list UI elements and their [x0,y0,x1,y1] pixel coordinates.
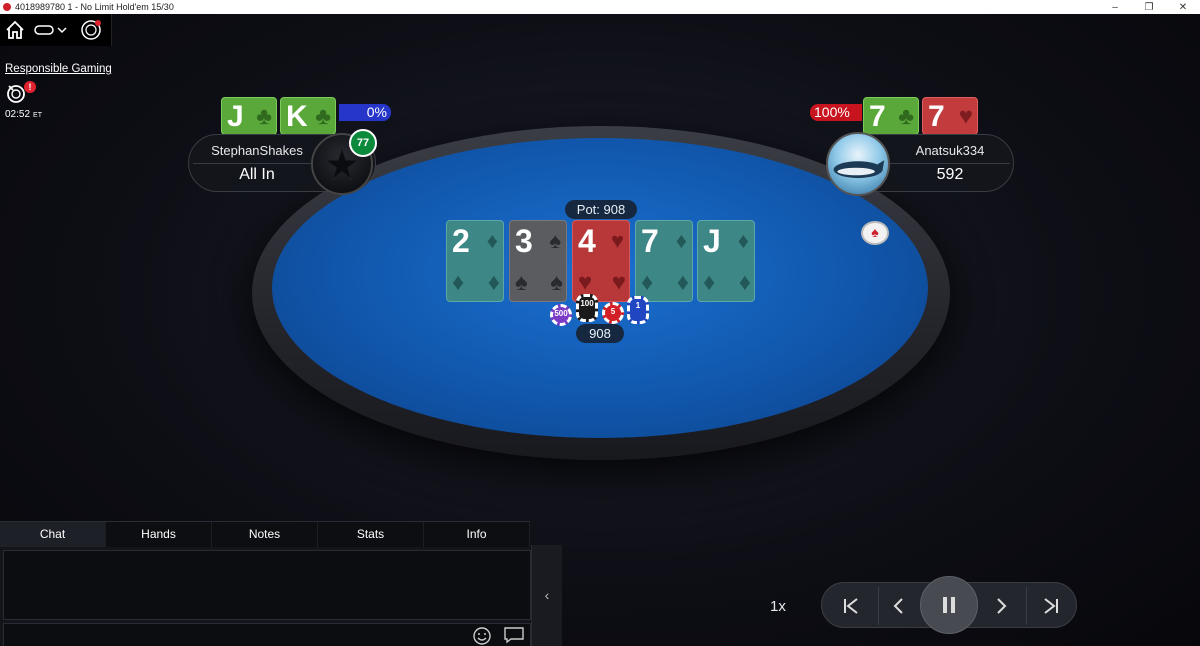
chip-5: 5 [602,302,624,324]
diamond-icon: ♦ [641,269,654,296]
right-equity-bar: 100% [810,104,862,121]
spade-icon: ♠ [515,269,528,296]
card-rank: 4 [578,223,596,259]
replay-speed[interactable]: 1x [770,598,786,615]
card-rank: 7 [641,223,659,259]
window-title: 4018989780 1 - No Limit Hold'em 15/30 [15,2,174,12]
skip-to-end-button[interactable] [1026,583,1076,629]
diamond-icon: ♦ [738,269,751,296]
top-controls [0,14,112,46]
chevron-right-icon [997,598,1007,614]
card-rank: 7 [869,100,886,133]
pot-label: Pot: 908 [565,200,637,219]
diamond-icon: ♦ [737,228,749,253]
diamond-icon: ♦ [675,228,687,253]
alert-badge: ! [24,81,36,93]
skip-back-icon [844,598,858,614]
card-rank: K [286,100,308,133]
right-hole-card-2: 7 ♥ [922,97,978,135]
diamond-icon: ♦ [703,269,716,296]
app-icon [3,3,11,11]
smile-icon[interactable] [472,626,492,646]
left-player-status: All In [239,166,275,183]
seat-divider [890,163,1010,164]
right-player-avatar[interactable] [826,132,890,196]
skip-forward-icon [1044,598,1058,614]
session-clock: 02:52 ET [5,109,42,120]
whale-avatar-icon [833,160,885,179]
heart-icon: ♥ [610,228,624,253]
right-player-name: Anatsuk334 [915,143,985,158]
chat-collapse-button[interactable]: ‹ [531,545,562,646]
chat-panel: Chat Hands Notes Stats Info [0,521,531,646]
left-hole-card-2: K ♣ [280,97,336,135]
home-icon[interactable] [5,20,25,40]
minimize-button[interactable]: – [1098,2,1132,13]
club-icon: ♣ [898,103,914,130]
restore-button[interactable]: ❐ [1132,2,1166,13]
heart-icon: ♥ [958,103,973,130]
board-card-4: 7 ♦ ♦ ♦ [635,220,693,302]
chevron-left-icon [893,598,903,614]
card-pips: ♠ ♠ [515,269,563,297]
tab-hands[interactable]: Hands [106,522,212,547]
left-player-name: StephanShakes [211,143,303,158]
chat-messages[interactable] [3,550,531,620]
card-pips: ♦ ♦ [641,269,689,297]
club-icon: ♣ [256,103,272,130]
menu-toggle-icon[interactable] [34,24,70,36]
card-rank: J [703,223,721,259]
tab-notes[interactable]: Notes [212,522,318,547]
pause-button[interactable] [920,576,978,634]
tab-stats[interactable]: Stats [318,522,424,547]
diamond-icon: ♦ [452,269,465,296]
card-rank: 3 [515,223,533,259]
chip-100: 100 [576,294,598,322]
heart-icon: ♥ [578,269,593,296]
spade-icon: ♠ [549,228,561,253]
card-pips: ♥ ♥ [578,269,626,297]
diamond-icon: ♦ [487,269,500,296]
heart-icon: ♥ [611,269,626,296]
card-rank: 2 [452,223,470,259]
tab-chat[interactable]: Chat [0,522,106,547]
window-titlebar: 4018989780 1 - No Limit Hold'em 15/30 – … [0,0,1200,14]
chat-tabs: Chat Hands Notes Stats Info [0,522,530,547]
skip-to-start-button[interactable] [826,583,876,629]
right-player-stack: 592 [936,166,964,183]
chat-input[interactable] [3,623,531,646]
card-pips: ♦ ♦ [452,269,500,297]
hand-strength-badge: 77 [349,129,377,157]
right-hole-card-1: 7 ♣ [863,97,919,135]
left-equity-bar: 0% [339,104,391,121]
board-card-1: 2 ♦ ♦ ♦ [446,220,504,302]
pause-icon [943,597,955,613]
board-card-3: 4 ♥ ♥ ♥ [572,220,630,302]
clock-timezone: ET [33,112,42,119]
chip-500: 500 [550,304,572,326]
pot-amount: 908 [576,324,624,343]
spade-icon: ♠ [550,269,563,296]
board-card-2: 3 ♠ ♠ ♠ [509,220,567,302]
responsible-gaming-link[interactable]: Responsible Gaming [5,63,112,75]
diamond-icon: ♦ [676,269,689,296]
clock-time: 02:52 [5,109,31,120]
diamond-icon: ♦ [486,228,498,253]
chat-bubble-icon[interactable] [503,626,525,644]
board-card-5: J ♦ ♦ ♦ [697,220,755,302]
card-rank: J [227,100,244,133]
previous-button[interactable] [874,583,924,629]
card-pips: ♦ ♦ [703,269,751,297]
club-icon: ♣ [315,103,331,130]
next-button[interactable] [976,583,1026,629]
dealer-button-icon: ♠ [861,221,889,245]
tab-info[interactable]: Info [424,522,530,547]
left-hole-card-1: J ♣ [221,97,277,135]
emoji-reaction-icon[interactable] [80,19,102,41]
seat-divider [193,163,321,164]
close-button[interactable]: ✕ [1166,2,1200,13]
chip-1: 1 [627,296,649,324]
card-rank: 7 [928,100,945,133]
